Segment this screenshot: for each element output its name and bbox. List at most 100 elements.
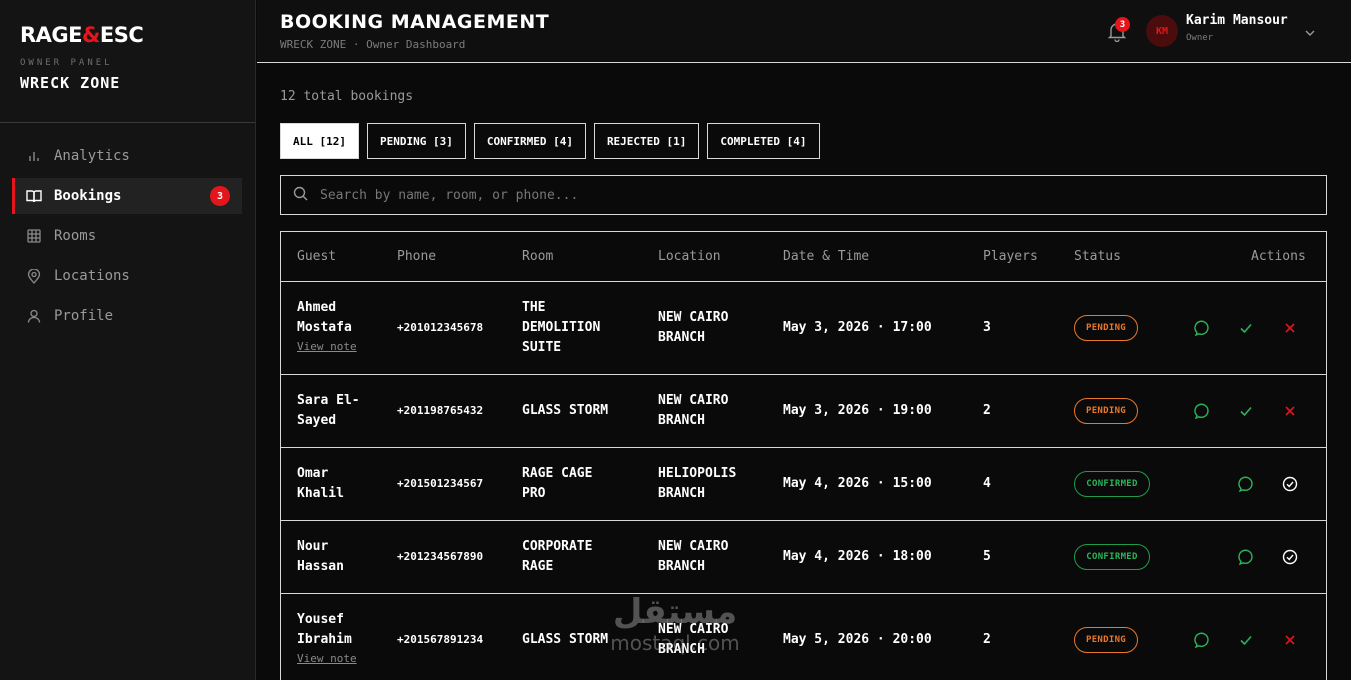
bookings-count-badge: 3: [210, 186, 230, 206]
user-icon: [26, 308, 42, 324]
user-role: Owner: [1186, 33, 1214, 43]
status-badge: PENDING: [1074, 627, 1138, 653]
phone-cell: +201234567890: [397, 550, 484, 563]
grid-icon: [26, 228, 42, 244]
approve-check-icon[interactable]: [1238, 632, 1254, 648]
datetime-cell: May 3, 2026 · 17:00: [783, 320, 932, 335]
page-title: BOOKING MANAGEMENT: [280, 11, 550, 33]
column-header-status: Status: [1074, 249, 1121, 264]
search-icon: [293, 186, 308, 205]
location-cell: NEW CAIRO BRANCH: [658, 310, 729, 345]
sidebar-item-profile[interactable]: Profile: [12, 298, 242, 334]
avatar[interactable]: KM: [1146, 15, 1178, 47]
table-row[interactable]: Yousef Ibrahim View note +201567891234 G…: [281, 594, 1326, 680]
table-header: Guest Phone Room Location Date & Time Pl…: [281, 232, 1326, 282]
top-header: BOOKING MANAGEMENT WRECK ZONE · Owner Da…: [257, 0, 1351, 63]
status-badge: PENDING: [1074, 398, 1138, 424]
chevron-down-icon[interactable]: [1304, 24, 1316, 36]
sidebar-item-analytics[interactable]: Analytics: [12, 138, 242, 174]
players-cell: 2: [983, 632, 991, 647]
sidebar-item-bookings[interactable]: Bookings 3: [12, 178, 242, 214]
approve-check-icon[interactable]: [1238, 320, 1254, 336]
room-cell: THE DEMOLITION SUITE: [522, 300, 601, 355]
column-header-date-time: Date & Time: [783, 249, 870, 264]
table-row[interactable]: Ahmed Mostafa View note +201012345678 TH…: [281, 282, 1326, 375]
message-icon[interactable]: [1194, 632, 1210, 649]
map-pin-icon: [26, 268, 42, 284]
guest-cell: Ahmed Mostafa View note: [297, 300, 357, 355]
location-cell: NEW CAIRO BRANCH: [658, 539, 729, 574]
room-cell: CORPORATE RAGE: [522, 539, 593, 574]
room-cell: GLASS STORM: [522, 403, 609, 418]
phone-cell: +201501234567: [397, 477, 484, 490]
phone-cell: +201198765432: [397, 404, 484, 417]
players-cell: 4: [983, 476, 991, 491]
user-name[interactable]: Karim Mansour: [1186, 13, 1288, 28]
status-filter-tabs: ALL [12] PENDING [3] CONFIRMED [4] REJEC…: [280, 123, 820, 159]
table-row[interactable]: Nour Hassan +201234567890 CORPORATE RAGE…: [281, 521, 1326, 594]
column-header-players: Players: [983, 249, 1038, 264]
venue-name: WRECK ZONE: [20, 74, 121, 92]
message-icon[interactable]: [1238, 549, 1254, 566]
phone-cell: +201567891234: [397, 633, 484, 646]
status-badge: CONFIRMED: [1074, 471, 1150, 497]
complete-check-circle-icon[interactable]: [1282, 549, 1298, 565]
panel-label: OWNER PANEL: [20, 58, 113, 68]
location-cell: NEW CAIRO BRANCH: [658, 393, 729, 428]
sidebar-item-label: Bookings: [54, 188, 122, 204]
message-icon[interactable]: [1194, 320, 1210, 337]
table-row[interactable]: Sara El- Sayed +201198765432 GLASS STORM…: [281, 375, 1326, 448]
filter-all[interactable]: ALL [12]: [280, 123, 359, 159]
view-note-link[interactable]: View note: [297, 651, 357, 667]
sidebar-nav: Analytics Bookings 3 Rooms Locations Pro…: [0, 123, 255, 334]
approve-check-icon[interactable]: [1238, 403, 1254, 419]
location-cell: NEW CAIRO BRANCH: [658, 622, 729, 657]
column-header-guest: Guest: [297, 249, 337, 264]
guest-cell: Sara El- Sayed: [297, 393, 360, 428]
search-input[interactable]: [320, 187, 1326, 203]
phone-cell: +201012345678: [397, 321, 484, 334]
reject-x-icon[interactable]: [1282, 632, 1298, 648]
message-icon[interactable]: [1194, 403, 1210, 420]
players-cell: 2: [983, 403, 991, 418]
brand-block: RAGE&ESC OWNER PANEL WRECK ZONE: [0, 0, 255, 123]
room-cell: GLASS STORM: [522, 632, 609, 647]
filter-rejected[interactable]: REJECTED [1]: [593, 123, 700, 159]
view-note-link[interactable]: View note: [297, 339, 357, 355]
datetime-cell: May 4, 2026 · 18:00: [783, 549, 932, 564]
logo[interactable]: RAGE&ESC: [20, 22, 235, 48]
reject-x-icon[interactable]: [1282, 320, 1298, 336]
bar-chart-icon: [26, 148, 42, 164]
location-cell: HELIOPOLIS BRANCH: [658, 466, 737, 501]
room-cell: RAGE CAGE PRO: [522, 466, 593, 501]
column-header-actions: Actions: [1251, 249, 1306, 264]
filter-completed[interactable]: COMPLETED [4]: [707, 123, 820, 159]
datetime-cell: May 5, 2026 · 20:00: [783, 632, 932, 647]
sidebar-item-label: Locations: [54, 268, 130, 284]
datetime-cell: May 3, 2026 · 19:00: [783, 403, 932, 418]
search-bar: [280, 175, 1327, 215]
book-icon: [26, 188, 42, 204]
status-badge: PENDING: [1074, 315, 1138, 341]
filter-pending[interactable]: PENDING [3]: [366, 123, 466, 159]
guest-cell: Nour Hassan: [297, 539, 344, 574]
datetime-cell: May 4, 2026 · 15:00: [783, 476, 932, 491]
column-header-location: Location: [658, 249, 721, 264]
breadcrumb: WRECK ZONE · Owner Dashboard: [280, 38, 466, 51]
filter-confirmed[interactable]: CONFIRMED [4]: [473, 123, 586, 159]
sidebar-item-locations[interactable]: Locations: [12, 258, 242, 294]
total-bookings-count: 12 total bookings: [280, 89, 414, 104]
complete-check-circle-icon[interactable]: [1282, 476, 1298, 492]
sidebar-item-rooms[interactable]: Rooms: [12, 218, 242, 254]
guest-cell: Omar Khalil: [297, 466, 344, 501]
reject-x-icon[interactable]: [1282, 403, 1298, 419]
guest-cell: Yousef Ibrahim View note: [297, 612, 357, 667]
players-cell: 3: [983, 320, 991, 335]
sidebar: RAGE&ESC OWNER PANEL WRECK ZONE Analytic…: [0, 0, 256, 680]
sidebar-item-label: Analytics: [54, 148, 130, 164]
table-row[interactable]: Omar Khalil +201501234567 RAGE CAGE PRO …: [281, 448, 1326, 521]
column-header-room: Room: [522, 249, 554, 264]
sidebar-item-label: Rooms: [54, 228, 97, 244]
bookings-table: Guest Phone Room Location Date & Time Pl…: [280, 231, 1327, 680]
message-icon[interactable]: [1238, 476, 1254, 493]
